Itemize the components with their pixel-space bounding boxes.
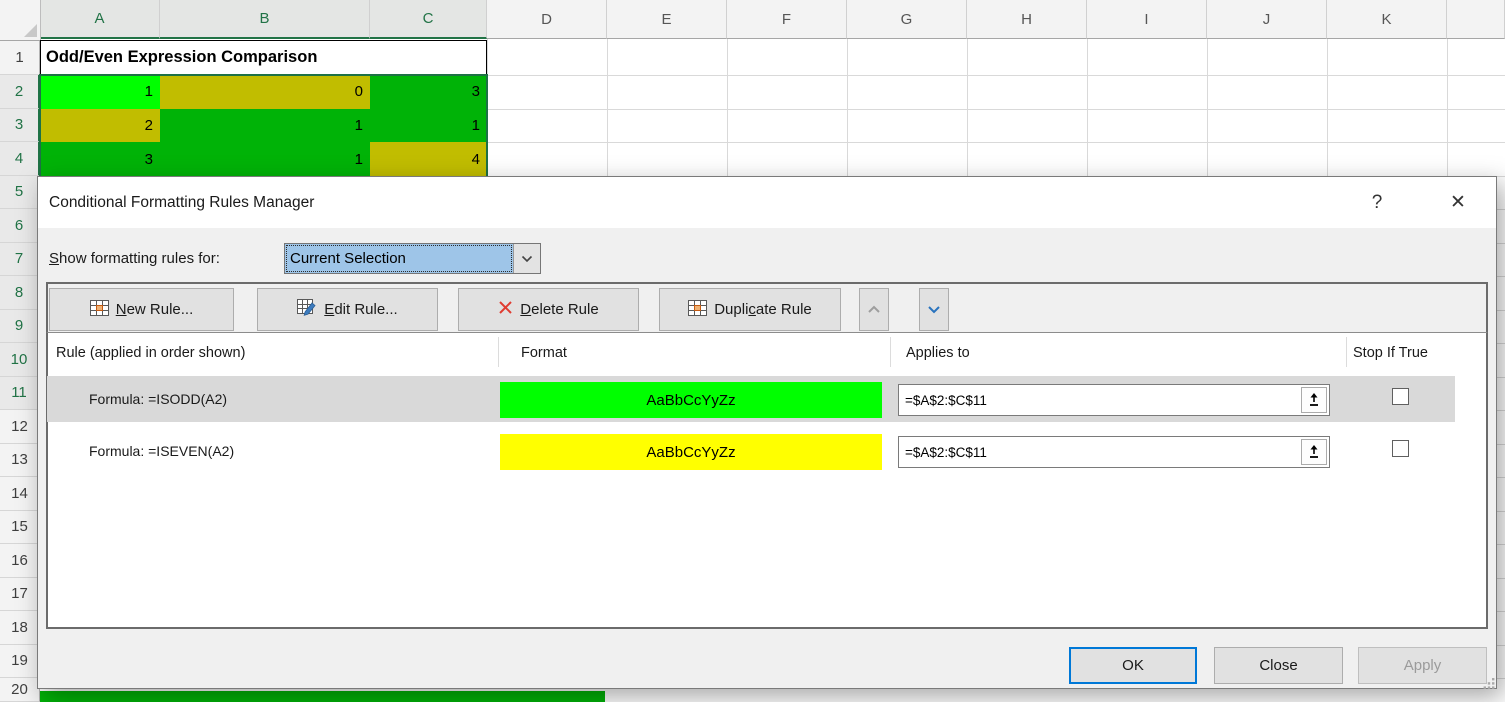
column-header-K[interactable]: K: [1327, 0, 1447, 39]
row-header-1[interactable]: 1: [0, 40, 40, 75]
row-header-11[interactable]: 11: [0, 377, 40, 411]
edit-rule-icon: [297, 299, 317, 320]
selection-range-border: [39, 74, 488, 176]
collapse-dialog-icon[interactable]: [1301, 439, 1327, 465]
gridline: [727, 39, 728, 176]
column-header-F[interactable]: F: [727, 0, 847, 39]
rule-formula: Formula: =ISODD(A2): [89, 376, 227, 422]
delete-rule-button[interactable]: Delete Rule: [458, 288, 639, 331]
list-header-applies-to: Applies to: [906, 337, 970, 369]
column-header-A[interactable]: A: [40, 0, 160, 39]
excel-app: ABCDEFGHIJK 1234567891011121314151617181…: [0, 0, 1505, 702]
column-separator: [498, 337, 499, 367]
stop-if-true-checkbox[interactable]: [1392, 388, 1409, 405]
ok-button[interactable]: OK: [1069, 647, 1197, 684]
rule-formula: Formula: =ISEVEN(A2): [89, 428, 234, 474]
row-header-19[interactable]: 19: [0, 645, 40, 679]
chevron-down-icon[interactable]: [513, 244, 540, 273]
row-header-12[interactable]: 12: [0, 410, 40, 444]
cell-A1-title[interactable]: Odd/Even Expression Comparison: [40, 40, 487, 75]
delete-rule-label: Delete Rule: [520, 301, 598, 318]
applies-to-field: [898, 436, 1330, 468]
gridline: [1207, 39, 1208, 176]
duplicate-rule-label: Duplicate Rule: [714, 301, 812, 318]
duplicate-rule-button[interactable]: Duplicate Rule: [659, 288, 841, 331]
row-header-13[interactable]: 13: [0, 444, 40, 478]
gridline: [1447, 39, 1448, 176]
row-header-3[interactable]: 3: [0, 109, 40, 143]
column-header-H[interactable]: H: [967, 0, 1087, 39]
row-header-2[interactable]: 2: [0, 75, 40, 109]
list-header-stop-if-true: Stop If True: [1353, 337, 1428, 369]
applies-to-input[interactable]: [899, 445, 1301, 460]
column-header-E[interactable]: E: [607, 0, 727, 39]
stop-if-true-checkbox[interactable]: [1392, 440, 1409, 457]
applies-to-field: [898, 384, 1330, 416]
row-header-20[interactable]: 20: [0, 678, 40, 702]
gridline: [1327, 39, 1328, 176]
column-header-J[interactable]: J: [1207, 0, 1327, 39]
list-header-rule: Rule (applied in order shown): [56, 337, 245, 369]
format-preview: AaBbCcYyZz: [500, 434, 882, 470]
show-rules-selected-value[interactable]: Current Selection: [285, 244, 513, 273]
gridline: [967, 39, 968, 176]
column-header-partial[interactable]: [1447, 0, 1505, 39]
column-header-I[interactable]: I: [1087, 0, 1207, 39]
close-button[interactable]: Close: [1214, 647, 1343, 684]
rule-row-iseven[interactable]: Formula: =ISEVEN(A2) AaBbCcYyZz: [47, 428, 1455, 474]
gridline: [1087, 39, 1088, 176]
delete-rule-icon: [498, 300, 513, 319]
format-preview: AaBbCcYyZz: [500, 382, 882, 418]
row-header-18[interactable]: 18: [0, 611, 40, 645]
row-header-16[interactable]: 16: [0, 544, 40, 578]
new-rule-button[interactable]: New Rule...: [49, 288, 234, 331]
conditional-formatting-rules-manager-dialog: Conditional Formatting Rules Manager ? ✕…: [37, 176, 1497, 689]
move-rule-down-button[interactable]: [919, 288, 949, 331]
row-header-6[interactable]: 6: [0, 209, 40, 243]
column-header-B[interactable]: B: [160, 0, 370, 39]
row-header-17[interactable]: 17: [0, 578, 40, 612]
row-header-14[interactable]: 14: [0, 477, 40, 511]
chevron-up-icon: [867, 301, 881, 318]
close-icon[interactable]: ✕: [1436, 177, 1480, 228]
column-separator: [890, 337, 891, 367]
list-header-format: Format: [521, 337, 567, 369]
chevron-down-icon: [927, 301, 941, 318]
help-icon[interactable]: ?: [1355, 177, 1399, 228]
apply-button[interactable]: Apply: [1358, 647, 1487, 684]
gridline: [607, 39, 608, 176]
new-rule-label: New Rule...: [116, 301, 194, 318]
row20-formatted-strip[interactable]: [40, 691, 605, 702]
edit-rule-label: Edit Rule...: [324, 301, 397, 318]
row-header-9[interactable]: 9: [0, 310, 40, 344]
select-all-corner[interactable]: [0, 0, 41, 41]
select-all-triangle-icon: [24, 24, 37, 37]
new-rule-icon: [90, 300, 109, 320]
move-rule-up-button[interactable]: [859, 288, 889, 331]
row-header-10[interactable]: 10: [0, 343, 40, 377]
edit-rule-button[interactable]: Edit Rule...: [257, 288, 438, 331]
column-header-G[interactable]: G: [847, 0, 967, 39]
gridline: [847, 39, 848, 176]
collapse-dialog-icon[interactable]: [1301, 387, 1327, 413]
dialog-title: Conditional Formatting Rules Manager: [49, 177, 314, 228]
row-header-8[interactable]: 8: [0, 276, 40, 310]
column-separator: [1346, 337, 1347, 367]
row-header-4[interactable]: 4: [0, 142, 40, 176]
rule-row-isodd[interactable]: Formula: =ISODD(A2) AaBbCcYyZz: [47, 376, 1455, 422]
applies-to-input[interactable]: [899, 393, 1301, 408]
row-header-7[interactable]: 7: [0, 243, 40, 277]
column-header-C[interactable]: C: [370, 0, 487, 39]
resize-grip[interactable]: [1482, 676, 1495, 694]
row-header-5[interactable]: 5: [0, 176, 40, 210]
duplicate-rule-icon: [688, 300, 707, 320]
column-header-D[interactable]: D: [487, 0, 607, 39]
show-rules-dropdown[interactable]: Current Selection: [284, 243, 541, 274]
row-header-15[interactable]: 15: [0, 511, 40, 545]
show-rules-label: Show formatting rules for:: [49, 240, 220, 276]
